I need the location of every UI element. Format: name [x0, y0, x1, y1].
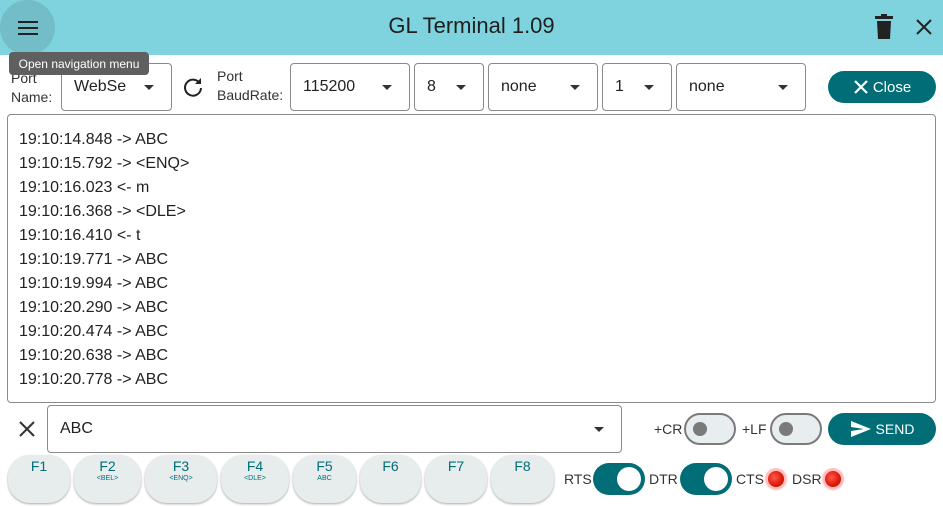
fkey-macro: <BEL>	[96, 475, 119, 482]
lf-label: +LF	[742, 421, 767, 437]
fkey-f7[interactable]: F7	[425, 455, 487, 503]
chevron-down-icon	[778, 85, 788, 90]
data-bits-select[interactable]: 8	[414, 63, 484, 111]
menu-tooltip: Open navigation menu	[9, 52, 149, 75]
send-text-input[interactable]: ABC	[47, 405, 622, 453]
fkey-f8[interactable]: F8	[491, 455, 554, 503]
fkey-f6[interactable]: F6	[360, 455, 421, 503]
fkey-macro: <ENQ>	[169, 475, 193, 482]
log-line: 19:10:16.410 <- t	[19, 227, 141, 244]
cts-indicator-led	[766, 469, 786, 489]
close-port-button[interactable]: Close	[828, 71, 936, 103]
close-icon	[854, 80, 868, 94]
log-line: 19:10:20.474 -> ABC	[19, 323, 168, 340]
chevron-down-icon	[644, 85, 654, 90]
fkey-macro: ABC	[317, 475, 332, 482]
toggle-knob	[617, 467, 641, 491]
clear-log-button[interactable]	[872, 14, 896, 40]
fkey-label: F2	[99, 458, 116, 474]
fkey-label: F6	[382, 458, 399, 474]
log-line: 19:10:14.848 -> ABC	[19, 131, 168, 148]
lf-toggle[interactable]	[770, 413, 822, 445]
fkey-f3[interactable]: F3 <ENQ>	[145, 455, 217, 503]
parity-select[interactable]: none	[488, 63, 598, 111]
terminal-log[interactable]: 19:10:14.848 -> ABC 19:10:15.792 -> <ENQ…	[7, 114, 936, 403]
exit-button[interactable]	[912, 15, 936, 39]
fkey-label: F4	[246, 458, 264, 474]
port-name-value: WebSe	[74, 78, 127, 95]
fkey-label: F8	[514, 458, 531, 474]
baudrate-label: Port BaudRate:	[217, 68, 284, 103]
chevron-down-icon	[144, 85, 154, 90]
log-line: 19:10:16.368 -> <DLE>	[19, 203, 186, 220]
fkey-f2[interactable]: F2 <BEL>	[74, 455, 141, 503]
clear-input-button[interactable]	[16, 418, 38, 440]
app-title: GL Terminal 1.09	[388, 13, 555, 38]
close-icon	[916, 19, 932, 35]
fkey-f1[interactable]: F1	[8, 455, 70, 503]
log-line: 19:10:19.771 -> ABC	[19, 251, 168, 268]
fkey-label: F1	[30, 458, 48, 474]
log-line: 19:10:16.023 <- m	[19, 179, 150, 196]
fkey-f5[interactable]: F5 ABC	[293, 455, 356, 503]
dtr-toggle[interactable]	[680, 463, 732, 495]
send-text-value: ABC	[60, 420, 93, 437]
fkey-f4[interactable]: F4 <DLE>	[221, 455, 289, 503]
rts-toggle[interactable]	[593, 463, 645, 495]
cr-toggle[interactable]	[684, 413, 736, 445]
toggle-knob	[693, 422, 707, 436]
dsr-label: DSR	[792, 471, 822, 487]
toggle-knob	[779, 422, 793, 436]
close-port-label: Close	[872, 78, 912, 96]
close-icon	[19, 421, 35, 437]
send-icon	[850, 421, 871, 437]
fkey-label: F7	[447, 458, 465, 474]
log-line: 19:10:19.994 -> ABC	[19, 275, 168, 292]
data-bits-value: 8	[427, 78, 436, 95]
send-button[interactable]: SEND	[828, 413, 936, 445]
stop-bits-value: 1	[615, 78, 624, 95]
baudrate-select[interactable]: 115200	[290, 63, 410, 111]
rts-label: RTS	[564, 471, 592, 487]
fkey-label: F5	[316, 458, 333, 474]
stop-bits-select[interactable]: 1	[602, 63, 672, 111]
chevron-down-icon	[456, 85, 466, 90]
refresh-ports-button[interactable]	[181, 75, 205, 99]
cts-label: CTS	[736, 471, 764, 487]
app-bar: GL Terminal 1.09	[0, 0, 943, 55]
chevron-down-icon	[570, 85, 580, 90]
baudrate-value: 115200	[303, 78, 356, 95]
fkey-label: F3	[172, 458, 190, 474]
cr-label: +CR	[654, 421, 683, 437]
log-line: 19:10:20.778 -> ABC	[19, 371, 168, 388]
fkey-macro: <DLE>	[244, 475, 266, 482]
chevron-down-icon	[382, 85, 392, 90]
dtr-label: DTR	[649, 471, 678, 487]
log-line: 19:10:20.638 -> ABC	[19, 347, 168, 364]
chevron-down-icon	[594, 427, 604, 432]
log-line: 19:10:15.792 -> <ENQ>	[19, 155, 190, 172]
flow-control-select[interactable]: none	[676, 63, 806, 111]
log-line: 19:10:20.290 -> ABC	[19, 299, 168, 316]
toggle-knob	[704, 467, 728, 491]
flow-control-value: none	[689, 78, 725, 95]
send-label: SEND	[875, 421, 915, 437]
trash-icon	[875, 14, 893, 39]
refresh-icon	[184, 78, 202, 97]
dsr-indicator-led	[823, 469, 843, 489]
parity-value: none	[501, 78, 537, 95]
